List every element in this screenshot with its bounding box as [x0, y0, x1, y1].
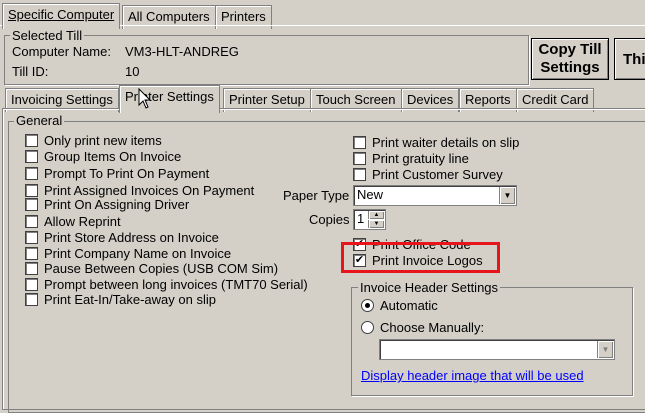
checkbox-box	[25, 166, 38, 180]
checkbox-box	[353, 135, 366, 149]
till-id-value: 10	[125, 64, 140, 79]
checkbox-box	[25, 292, 38, 306]
radio-choose-manually[interactable]: Choose Manually:	[361, 319, 484, 335]
checkbox-allow-reprint[interactable]: Allow Reprint	[25, 213, 121, 229]
checkbox-label: Prompt between long invoices (TMT70 Seri…	[44, 276, 308, 292]
radio-dot	[365, 302, 370, 308]
paper-type-select[interactable]: New ▼	[353, 185, 517, 206]
till-id-label: Till ID:	[12, 64, 49, 79]
checkbox-box	[25, 149, 38, 163]
checkbox-label: Print Eat-In/Take-away on slip	[44, 291, 216, 307]
computer-name-value: VM3-HLT-ANDREG	[125, 44, 239, 59]
checkbox-label: Group Items On Invoice	[44, 148, 182, 164]
checkbox-print-waiter-details[interactable]: Print waiter details on slip	[353, 134, 519, 150]
copy-till-settings-button[interactable]: Copy Till Settings	[531, 38, 609, 80]
checkbox-print-eat-in[interactable]: Print Eat-In/Take-away on slip	[25, 291, 216, 307]
checkbox-box	[25, 261, 38, 275]
button-label: Thi	[623, 51, 645, 68]
checkbox-box	[25, 230, 38, 244]
checkbox-only-print-new-items[interactable]: Only print new items	[25, 132, 162, 148]
checkbox-print-customer-survey[interactable]: Print Customer Survey	[353, 166, 503, 182]
checkbox-box	[25, 197, 38, 211]
display-header-image-link[interactable]: Display header image that will be used	[361, 368, 584, 383]
checkbox-label: Pause Between Copies (USB COM Sim)	[44, 260, 279, 276]
paper-type-value: New	[357, 187, 384, 202]
radio-circle	[361, 320, 374, 334]
checkbox-box	[25, 246, 38, 260]
checkbox-label: Print gratuity line	[372, 150, 469, 166]
general-legend: General	[14, 113, 65, 128]
copies-label: Copies	[309, 212, 350, 227]
checkbox-label: Print On Assigning Driver	[44, 196, 190, 212]
computer-name-label: Computer Name:	[12, 44, 111, 59]
tab-label: Reports	[465, 92, 511, 107]
radio-automatic[interactable]: Automatic	[361, 297, 438, 313]
button-line: Settings	[540, 59, 600, 76]
checkbox-prompt-long-invoices[interactable]: Prompt between long invoices (TMT70 Seri…	[25, 276, 308, 292]
selected-till-legend: Selected Till	[10, 28, 85, 43]
checkbox-print-company-name[interactable]: Print Company Name on Invoice	[25, 245, 231, 261]
tab-label: Specific Computer	[8, 7, 115, 22]
tab-label: Touch Screen	[316, 92, 396, 107]
checkbox-label: Print Company Name on Invoice	[44, 245, 232, 261]
mouse-pointer-icon	[138, 88, 152, 109]
tab-label: Credit Card	[522, 92, 589, 107]
tab-printer-settings[interactable]: Printer Settings	[119, 85, 220, 113]
tab-label: Invoicing Settings	[11, 92, 113, 107]
radio-circle	[361, 298, 374, 312]
invoice-header-legend: Invoice Header Settings	[358, 280, 501, 295]
checkbox-box	[25, 214, 38, 228]
radio-label: Choose Manually:	[380, 319, 485, 335]
checkbox-group-items[interactable]: Group Items On Invoice	[25, 148, 181, 164]
paper-type-label: Paper Type	[283, 188, 350, 203]
checkbox-label: Allow Reprint	[44, 213, 121, 229]
stepper-down-icon[interactable]: ▼	[368, 220, 384, 228]
checkbox-box	[25, 183, 38, 197]
tab-label: All Computers	[128, 9, 210, 24]
checkbox-label: Print Customer Survey	[372, 166, 503, 182]
radio-label: Automatic	[380, 297, 438, 313]
tab-label: Devices	[407, 92, 454, 107]
partial-button[interactable]: Thi	[614, 38, 645, 80]
chevron-down-icon[interactable]: ▼	[597, 341, 613, 358]
checkbox-box	[353, 151, 366, 165]
button-line: Copy Till	[538, 41, 602, 58]
checkbox-pause-between-copies[interactable]: Pause Between Copies (USB COM Sim)	[25, 260, 278, 276]
checkbox-label: Only print new items	[44, 132, 162, 148]
checkbox-print-gratuity-line[interactable]: Print gratuity line	[353, 150, 469, 166]
checkbox-prompt-print-payment[interactable]: Prompt To Print On Payment	[25, 165, 209, 181]
tab-label: Printers	[221, 9, 266, 24]
copies-value: 1	[357, 211, 365, 226]
copies-stepper[interactable]: 1 ▲ ▼	[353, 209, 386, 230]
checkbox-print-store-address[interactable]: Print Store Address on Invoice	[25, 229, 219, 245]
chevron-down-icon[interactable]: ▼	[499, 187, 515, 204]
checkbox-box	[25, 133, 38, 147]
tab-label: Printer Setup	[229, 92, 305, 107]
checkbox-box	[353, 167, 366, 181]
checkbox-label: Print Store Address on Invoice	[44, 229, 219, 245]
highlight-box	[341, 242, 500, 273]
tab-specific-computer[interactable]: Specific Computer	[2, 3, 121, 29]
checkbox-label: Print waiter details on slip	[372, 134, 520, 150]
header-image-select[interactable]: ▼	[379, 339, 615, 360]
checkbox-label: Prompt To Print On Payment	[44, 165, 210, 181]
checkbox-print-assigning-driver[interactable]: Print On Assigning Driver	[25, 196, 189, 212]
checkbox-box	[25, 277, 38, 291]
